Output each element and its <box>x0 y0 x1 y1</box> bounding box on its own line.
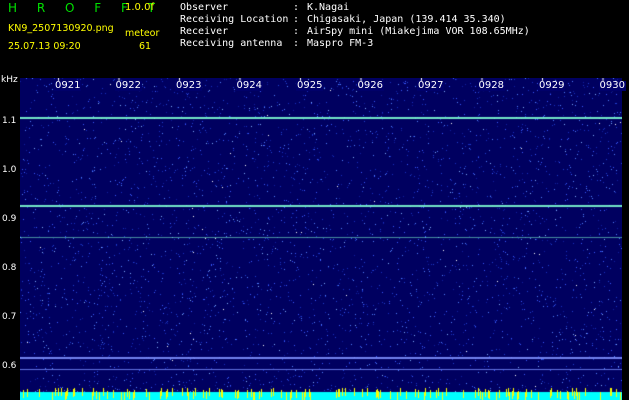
time-tick-label: 0928 <box>477 80 505 91</box>
observation-info: Observer: K.Nagai Receiving Location: Chig… <box>180 2 530 50</box>
info-value: AirSpy mini (Miakejima VOR 108.65MHz) <box>307 26 530 37</box>
program-label: meteor <box>125 28 160 39</box>
y-tick-label: 0.9 <box>2 214 17 224</box>
spectrogram-canvas <box>20 78 622 400</box>
filename-label: KN9_2507130920.png <box>8 23 114 34</box>
y-tick-label: 0.8 <box>2 263 17 273</box>
time-tick-label: 0929 <box>538 80 566 91</box>
time-tick-label: 0926 <box>356 80 384 91</box>
time-tick-label: 0925 <box>296 80 324 91</box>
info-row-antenna: Receiving antenna: Maspro FM-3 <box>180 38 530 50</box>
datetime-label: 25.07.13 09:20 <box>8 41 81 52</box>
info-key: Receiving antenna <box>180 38 283 49</box>
info-value: K.Nagai <box>307 2 350 13</box>
header-panel: H R O F F T 1.0.0f KN9_2507130920.png me… <box>0 0 629 74</box>
info-sep: : <box>293 14 300 25</box>
right-border <box>622 78 629 400</box>
time-tick-label: 0922 <box>114 80 142 91</box>
spectrogram-plot <box>20 78 622 400</box>
time-tick-label: 0927 <box>417 80 445 91</box>
info-key: Observer <box>180 2 229 13</box>
time-tick-label: 0930 <box>598 80 626 91</box>
info-sep: : <box>293 38 300 49</box>
info-sep: : <box>293 26 300 37</box>
count-label: 61 <box>139 41 152 52</box>
y-tick-label: 0.7 <box>2 312 17 322</box>
y-tick-label: 1.0 <box>2 165 17 175</box>
info-row-receiver: Receiver: AirSpy mini (Miakejima VOR 108.… <box>180 26 530 38</box>
info-key: Receiver <box>180 26 229 37</box>
frequency-unit-label: kHz <box>1 75 18 85</box>
time-tick-label: 0921 <box>54 80 82 91</box>
info-value: Maspro FM-3 <box>307 38 374 49</box>
info-value: Chigasaki, Japan (139.414 35.340) <box>307 14 506 25</box>
y-tick-label: 1.1 <box>2 116 17 126</box>
info-row-observer: Observer: K.Nagai <box>180 2 530 14</box>
info-key: Receiving Location <box>180 14 289 25</box>
version-label: 1.0.0f <box>125 2 154 13</box>
time-tick-label: 0923 <box>175 80 203 91</box>
info-sep: : <box>293 2 300 13</box>
info-row-location: Receiving Location: Chigasaki, Japan (139… <box>180 14 530 26</box>
y-tick-label: 0.6 <box>2 361 17 371</box>
time-tick-label: 0924 <box>235 80 263 91</box>
